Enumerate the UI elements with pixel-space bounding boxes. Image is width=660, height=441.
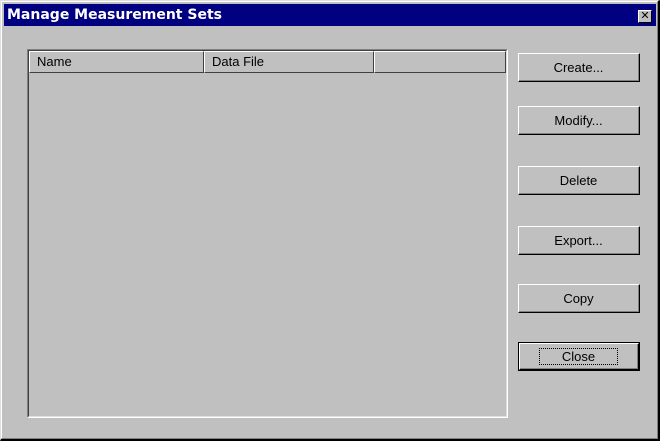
delete-button-label: Delete [559,172,598,188]
export-button[interactable]: Export... [518,226,640,255]
close-icon[interactable]: ✕ [638,10,652,23]
export-button-label: Export... [554,232,603,248]
column-header-empty[interactable] [374,51,506,73]
list-header: Name Data File [29,51,506,73]
manage-measurement-sets-dialog: Manage Measurement Sets ✕ Name Data File… [0,0,660,441]
create-button-label: Create... [553,59,604,75]
close-button-face-inner: Close [520,344,638,369]
modify-button-label: Modify... [554,112,603,128]
modify-button-face: Modify... [519,107,639,134]
close-button-label: Close [538,347,619,365]
copy-button[interactable]: Copy [518,284,640,313]
create-button[interactable]: Create... [518,53,640,82]
copy-button-face: Copy [519,285,639,312]
measurement-sets-list[interactable]: Name Data File [27,49,508,418]
close-button-face: Close [519,343,639,370]
dialog-title: Manage Measurement Sets [7,7,222,23]
delete-button-face: Delete [519,167,639,194]
dialog-frame: Manage Measurement Sets ✕ Name Data File… [1,1,658,439]
export-button-face: Export... [519,227,639,254]
title-bar[interactable]: Manage Measurement Sets [4,4,656,26]
column-header-name[interactable]: Name [29,51,204,73]
close-button[interactable]: Close [518,342,640,371]
list-frame: Name Data File [28,50,507,417]
copy-button-label: Copy [563,290,594,306]
modify-button[interactable]: Modify... [518,106,640,135]
create-button-face: Create... [519,54,639,81]
column-header-data-file[interactable]: Data File [204,51,374,73]
delete-button[interactable]: Delete [518,166,640,195]
